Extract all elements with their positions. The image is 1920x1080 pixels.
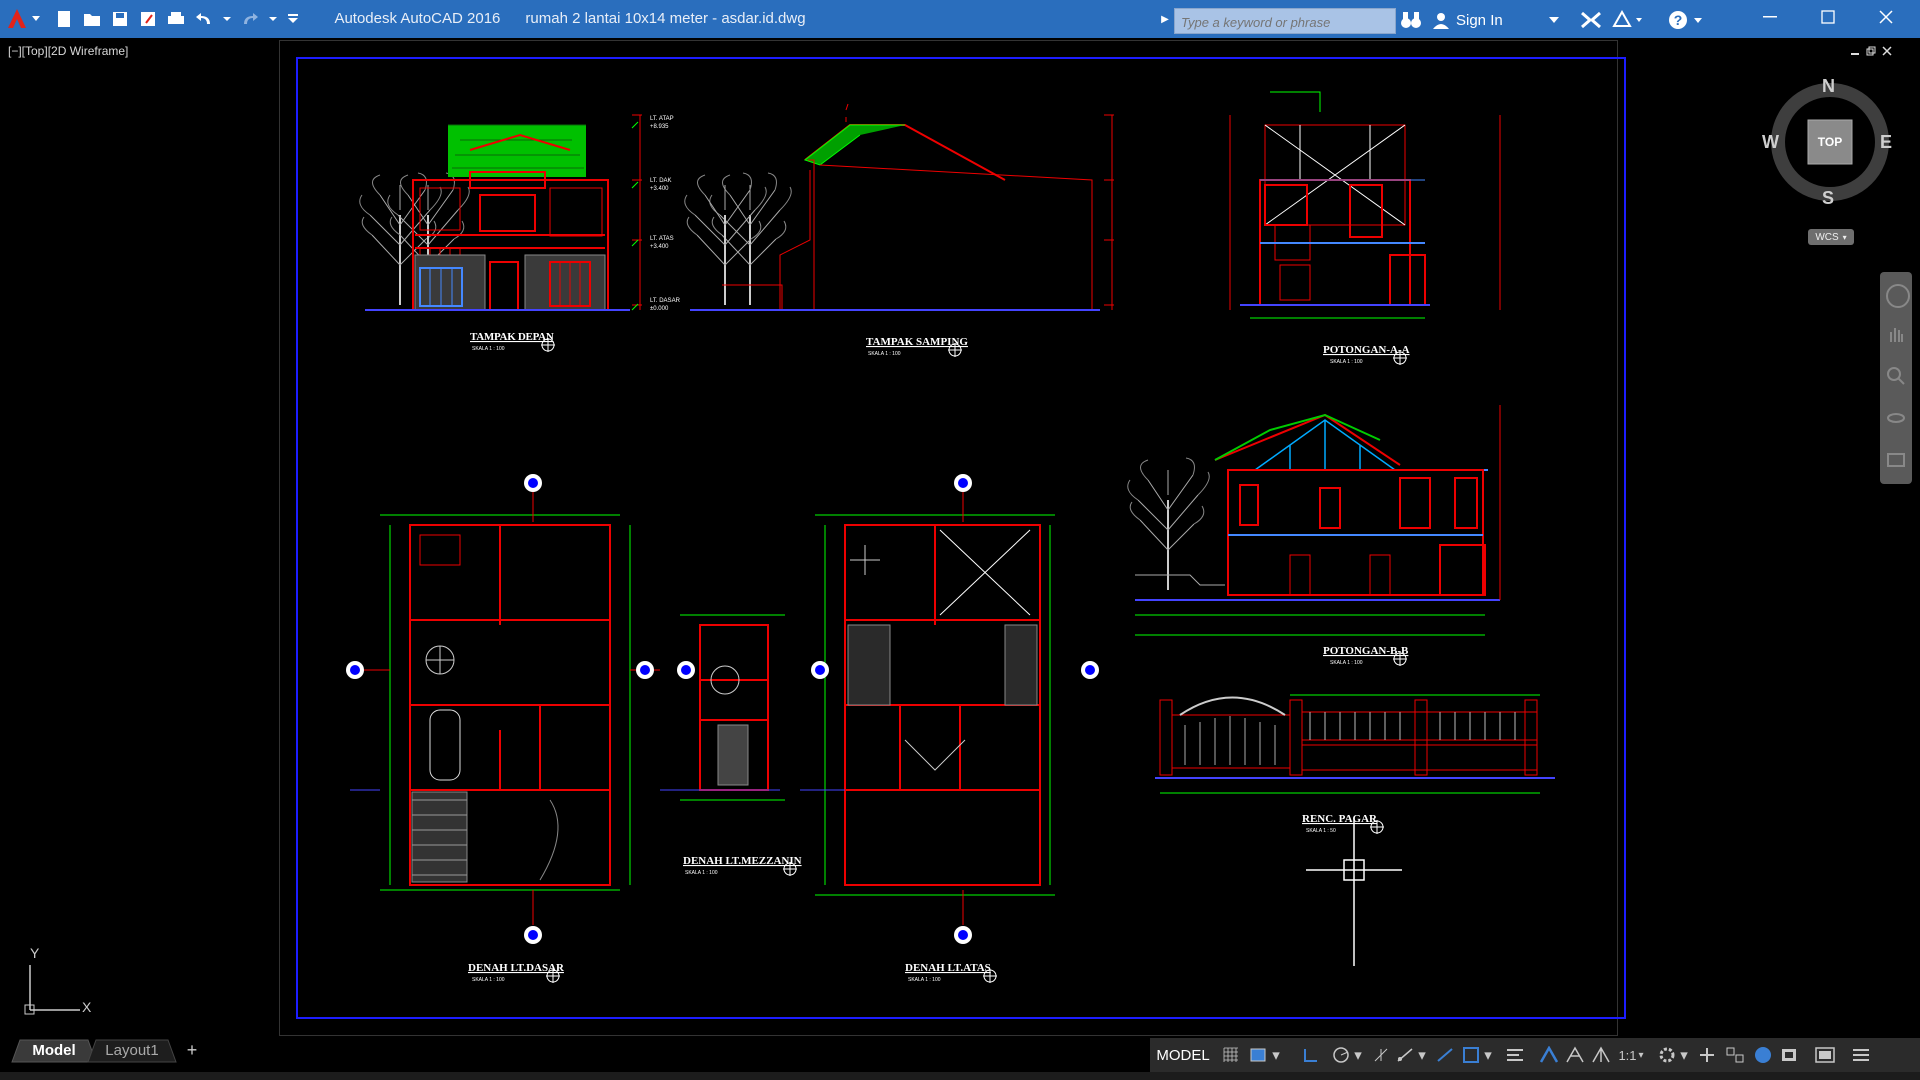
- polar-tracking-icon[interactable]: [1330, 1045, 1352, 1065]
- grid-icon[interactable]: [1220, 1045, 1242, 1065]
- compass-south[interactable]: S: [1822, 188, 1834, 209]
- mezzanine-plan-drawing: [660, 614, 785, 801]
- osnap-dropdown-icon[interactable]: ▾: [1482, 1045, 1494, 1065]
- taskbar-strip: [0, 1072, 1920, 1080]
- front-elevation-drawing: [358, 114, 642, 311]
- ucs-axis-icon: [24, 965, 80, 1015]
- section-bb-scale: SKALA 1 : 100: [1330, 660, 1363, 666]
- tracking-dropdown-icon[interactable]: ▾: [1416, 1045, 1428, 1065]
- svg-text:+8.935: +8.935: [650, 124, 669, 130]
- front-elevation-levels: LT. ATAP +8.935 LT. DAK +3.400 LT. ATAS +3.…: [650, 116, 681, 312]
- svg-text:LT. DASAR: LT. DASAR: [650, 298, 681, 304]
- snap-dropdown-icon[interactable]: ▾: [1270, 1045, 1282, 1065]
- ground-floor-plan-drawing: [346, 474, 660, 944]
- svg-text:LT. ATAS: LT. ATAS: [650, 236, 674, 242]
- auto-scale-icon[interactable]: [1564, 1045, 1586, 1065]
- side-elevation-drawing: [683, 103, 1114, 311]
- front-elevation-title: TAMPAK DEPAN: [470, 331, 554, 343]
- ucs-x-label: X: [82, 999, 92, 1015]
- pan-icon[interactable]: [1888, 324, 1904, 344]
- annotation-scale-icon[interactable]: [1590, 1045, 1612, 1065]
- workspace-switching-icon[interactable]: [1656, 1045, 1678, 1065]
- svg-text:+3.400: +3.400: [650, 244, 669, 250]
- front-elevation-scale: SKALA 1 : 100: [472, 346, 505, 352]
- upper-floor-title: DENAH LT.ATAS: [905, 962, 991, 974]
- ground-floor-scale: SKALA 1 : 100: [472, 977, 505, 983]
- workspace-dropdown-icon[interactable]: ▾: [1678, 1045, 1690, 1065]
- tab-layout1[interactable]: Layout1: [96, 1039, 168, 1061]
- ucs-label: WCS: [1815, 231, 1839, 243]
- upper-floor-scale: SKALA 1 : 100: [908, 977, 941, 983]
- showmotion-icon[interactable]: [1886, 450, 1906, 470]
- side-elevation-scale: SKALA 1 : 100: [868, 351, 901, 357]
- ortho-icon[interactable]: [1300, 1045, 1322, 1065]
- fence-plan-drawing: [1155, 694, 1555, 794]
- object-snap-tracking-icon[interactable]: [1394, 1045, 1416, 1065]
- compass-west[interactable]: W: [1762, 132, 1779, 153]
- steering-wheel-icon[interactable]: [1886, 284, 1910, 308]
- tab-model[interactable]: Model: [20, 1039, 88, 1061]
- annotation-monitor-icon[interactable]: [1696, 1045, 1718, 1065]
- customization-menu-icon[interactable]: [1850, 1045, 1872, 1065]
- side-elevation-title: TAMPAK SAMPING: [866, 336, 968, 348]
- isolate-objects-icon[interactable]: [1752, 1045, 1774, 1065]
- navigation-bar: [1880, 272, 1912, 484]
- fence-plan-title: RENC. PAGAR: [1302, 813, 1378, 825]
- viewcube[interactable]: TOP N S E W: [1762, 76, 1894, 209]
- svg-text:LT. ATAP: LT. ATAP: [650, 116, 674, 122]
- section-aa-drawing: [1229, 91, 1501, 319]
- ucs-menu[interactable]: WCS ▾: [1808, 229, 1854, 245]
- orbit-icon[interactable]: [1886, 408, 1906, 428]
- svg-text:LT. DAK: LT. DAK: [650, 178, 672, 184]
- section-bb-title: POTONGAN-B-B: [1323, 645, 1409, 657]
- hardware-acceleration-icon[interactable]: [1778, 1045, 1800, 1065]
- layout-tabs: Model Layout1 +: [0, 1038, 1150, 1064]
- snap-mode-icon[interactable]: [1248, 1045, 1270, 1065]
- units-icon[interactable]: [1724, 1045, 1746, 1065]
- svg-text:+3.400: +3.400: [650, 186, 669, 192]
- annotation-visibility-icon[interactable]: [1538, 1045, 1560, 1065]
- fence-plan-scale: SKALA 1 : 50: [1306, 828, 1336, 834]
- annotation-scale-value[interactable]: 1:1 ▾: [1614, 1045, 1648, 1065]
- viewcube-face-top[interactable]: TOP: [1808, 120, 1852, 164]
- add-layout-button[interactable]: +: [180, 1039, 204, 1061]
- clean-screen-icon[interactable]: [1814, 1045, 1836, 1065]
- crosshair-cursor-icon: [1306, 820, 1402, 966]
- section-aa-title: POTONGAN-A-A: [1323, 344, 1410, 356]
- compass-east[interactable]: E: [1880, 132, 1892, 153]
- mezzanine-plan-scale: SKALA 1 : 100: [685, 870, 718, 876]
- isometric-drafting-icon[interactable]: [1370, 1045, 1392, 1065]
- compass-north[interactable]: N: [1822, 76, 1835, 97]
- status-bar: MODEL ▾ ▾ ▾ ▾ 1:1 ▾ ▾: [1150, 1038, 1920, 1072]
- model-space-canvas[interactable]: TAMPAK DEPAN SKALA 1 : 100 LT. ATAP +8.93…: [0, 0, 1920, 1080]
- upper-floor-plan-drawing: [800, 474, 1099, 944]
- scale-label: 1:1: [1618, 1047, 1637, 1063]
- ground-floor-title: DENAH LT.DASAR: [468, 962, 565, 974]
- zoom-icon[interactable]: [1886, 366, 1906, 386]
- section-aa-scale: SKALA 1 : 100: [1330, 359, 1363, 365]
- model-space-button[interactable]: MODEL: [1154, 1044, 1212, 1066]
- ucs-y-label: Y: [30, 945, 40, 961]
- lineweight-display-icon[interactable]: [1504, 1045, 1526, 1065]
- mezzanine-plan-title: DENAH LT.MEZZANIN: [683, 855, 802, 867]
- svg-text:±0.000: ±0.000: [650, 306, 669, 312]
- object-snap-icon[interactable]: [1434, 1045, 1456, 1065]
- polar-dropdown-icon[interactable]: ▾: [1352, 1045, 1364, 1065]
- section-bb-drawing: [1126, 405, 1501, 636]
- lineweight-icon[interactable]: [1460, 1045, 1482, 1065]
